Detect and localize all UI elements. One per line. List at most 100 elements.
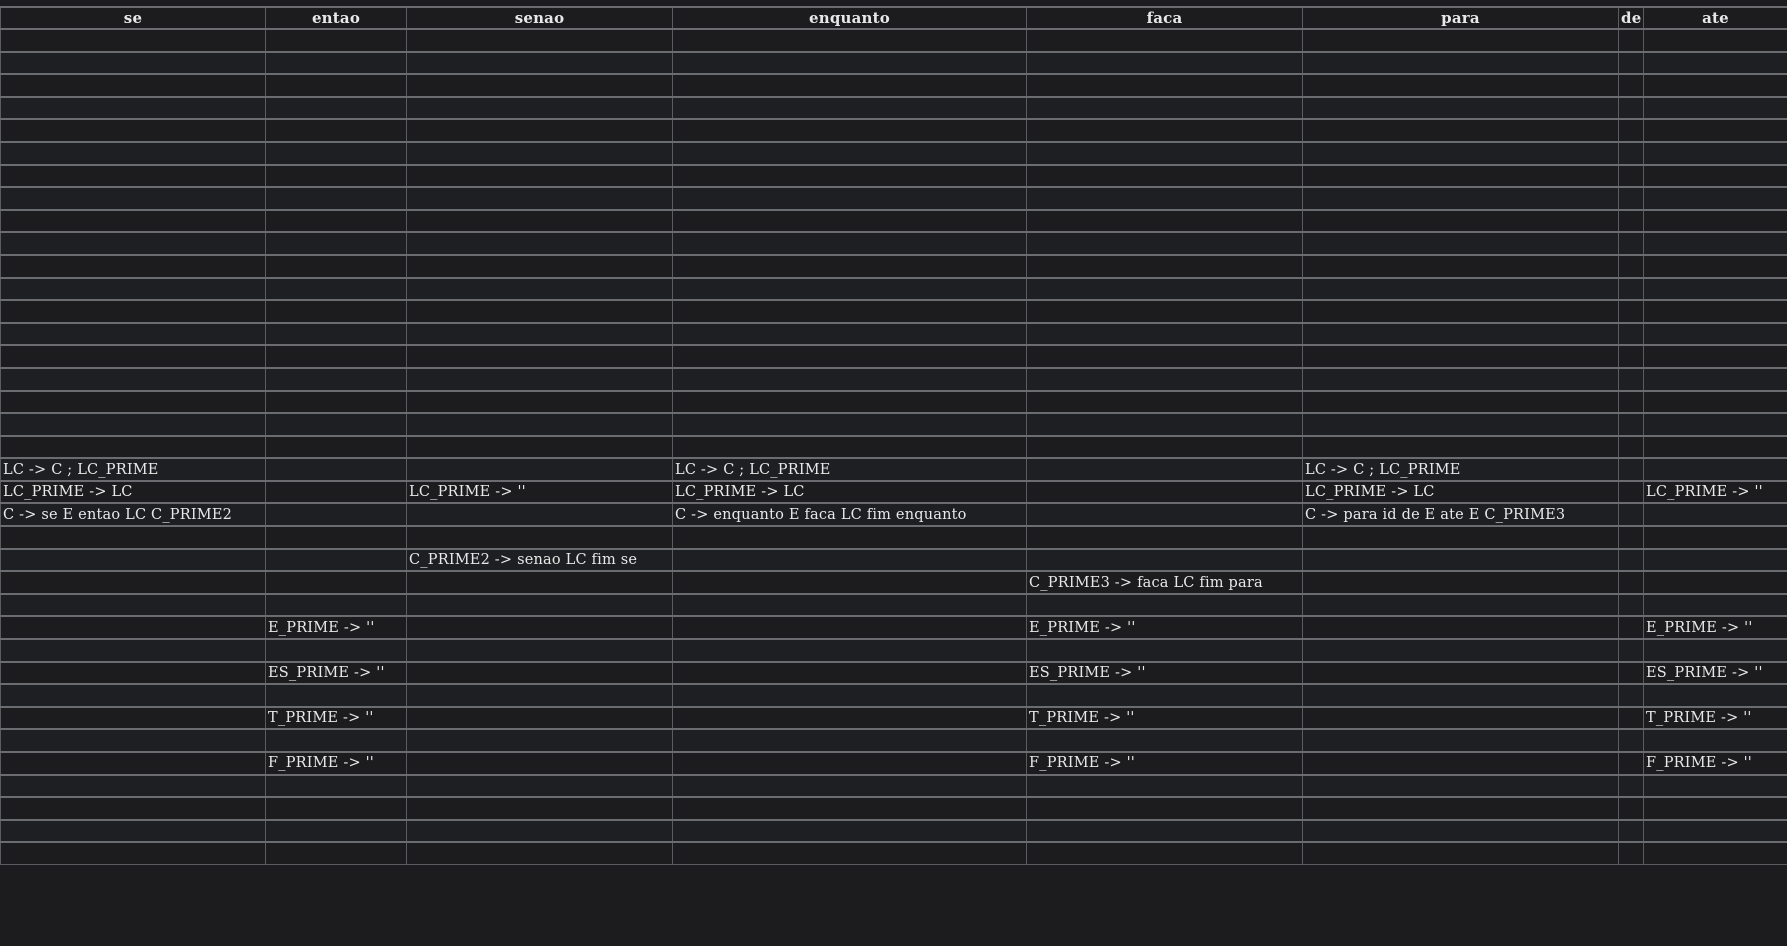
table-cell-para <box>1302 73 1619 98</box>
table-cell-senao <box>406 186 673 211</box>
table-cell-senao <box>406 231 673 256</box>
table-cell-ate <box>1643 638 1787 663</box>
table-cell-senao <box>406 638 673 663</box>
table-cell-senao <box>406 683 673 708</box>
table-cell-entao <box>265 818 407 843</box>
table-cell-entao: E_PRIME -> '' <box>265 615 407 640</box>
column-header-ate: ate <box>1643 6 1787 30</box>
table-cell-senao <box>406 773 673 798</box>
table-cell-se <box>0 841 266 866</box>
table-cell-entao <box>265 773 407 798</box>
table-cell-faca <box>1026 366 1303 391</box>
table-cell-entao <box>265 796 407 821</box>
table-cell-enquanto <box>672 592 1027 617</box>
column-header-senao: senao <box>406 6 673 30</box>
table-cell-enquanto <box>672 638 1027 663</box>
table-cell-enquanto <box>672 118 1027 143</box>
table-cell-para <box>1302 321 1619 346</box>
table-cell-faca <box>1026 412 1303 437</box>
table-cell-de <box>1618 73 1644 98</box>
table-cell-entao <box>265 841 407 866</box>
table-cell-senao <box>406 615 673 640</box>
table-cell-faca <box>1026 50 1303 75</box>
table-cell-entao <box>265 592 407 617</box>
column-header-enquanto: enquanto <box>672 6 1027 30</box>
table-row <box>0 434 1787 459</box>
table-cell-para <box>1302 638 1619 663</box>
table-cell-entao <box>265 434 407 459</box>
table-cell-entao <box>265 547 407 572</box>
table-cell-ate <box>1643 796 1787 821</box>
table-cell-enquanto <box>672 683 1027 708</box>
table-cell-faca <box>1026 502 1303 527</box>
table-cell-se <box>0 186 266 211</box>
table-cell-de <box>1618 660 1644 685</box>
table-cell-se <box>0 638 266 663</box>
table-cell-faca <box>1026 208 1303 233</box>
table-cell-para <box>1302 705 1619 730</box>
table-cell-ate <box>1643 728 1787 753</box>
table-cell-se <box>0 412 266 437</box>
table-cell-ate <box>1643 95 1787 120</box>
table-cell-se <box>0 705 266 730</box>
table-cell-faca <box>1026 728 1303 753</box>
table-cell-ate <box>1643 457 1787 482</box>
table-cell-enquanto <box>672 231 1027 256</box>
table-cell-de <box>1618 95 1644 120</box>
table-cell-de <box>1618 28 1644 53</box>
table-cell-se: LC_PRIME -> LC <box>0 479 266 504</box>
table-cell-senao <box>406 570 673 595</box>
table-cell-enquanto <box>672 434 1027 459</box>
table-cell-entao <box>265 163 407 188</box>
table-cell-de <box>1618 728 1644 753</box>
table-cell-para <box>1302 525 1619 550</box>
table-cell-senao <box>406 592 673 617</box>
table-cell-senao: LC_PRIME -> '' <box>406 479 673 504</box>
table-cell-se <box>0 95 266 120</box>
table-cell-para <box>1302 751 1619 776</box>
table-cell-faca <box>1026 299 1303 324</box>
table-cell-faca <box>1026 163 1303 188</box>
table-cell-entao <box>265 412 407 437</box>
table-cell-entao <box>265 73 407 98</box>
table-cell-entao <box>265 253 407 279</box>
table-cell-ate <box>1643 186 1787 211</box>
table-cell-para <box>1302 208 1619 233</box>
table-row <box>0 73 1787 98</box>
table-cell-enquanto <box>672 140 1027 166</box>
table-cell-para <box>1302 140 1619 166</box>
table-cell-para <box>1302 412 1619 437</box>
table-cell-ate <box>1643 140 1787 166</box>
table-cell-para <box>1302 28 1619 53</box>
table-cell-de <box>1618 412 1644 437</box>
table-cell-senao: C_PRIME2 -> senao LC fim se <box>406 547 673 572</box>
table-cell-entao <box>265 525 407 550</box>
table-cell-de <box>1618 615 1644 640</box>
table-cell-entao <box>265 95 407 120</box>
table-cell-ate <box>1643 321 1787 346</box>
table-cell-faca <box>1026 95 1303 120</box>
table-cell-de <box>1618 638 1644 663</box>
table-cell-de <box>1618 50 1644 75</box>
parse-table: se entao senao enquanto faca para de ate LC -> … <box>0 6 1787 866</box>
table-cell-faca <box>1026 525 1303 550</box>
table-cell-entao <box>265 118 407 143</box>
table-cell-para <box>1302 163 1619 188</box>
table-cell-de <box>1618 525 1644 550</box>
table-row: ES_PRIME -> '' ES_PRIME -> '' ES_PRIME -> … <box>0 660 1787 685</box>
table-cell-ate <box>1643 118 1787 143</box>
table-cell-entao <box>265 683 407 708</box>
table-cell-para <box>1302 299 1619 324</box>
table-row <box>0 208 1787 233</box>
table-cell-para <box>1302 818 1619 843</box>
table-cell-ate <box>1643 773 1787 798</box>
table-cell-se <box>0 773 266 798</box>
table-cell-entao: F_PRIME -> '' <box>265 751 407 776</box>
table-cell-ate <box>1643 28 1787 53</box>
table-cell-faca <box>1026 186 1303 211</box>
table-cell-senao <box>406 253 673 279</box>
table-row <box>0 321 1787 346</box>
table-cell-ate <box>1643 163 1787 188</box>
table-cell-para <box>1302 570 1619 595</box>
table-cell-entao <box>265 208 407 233</box>
